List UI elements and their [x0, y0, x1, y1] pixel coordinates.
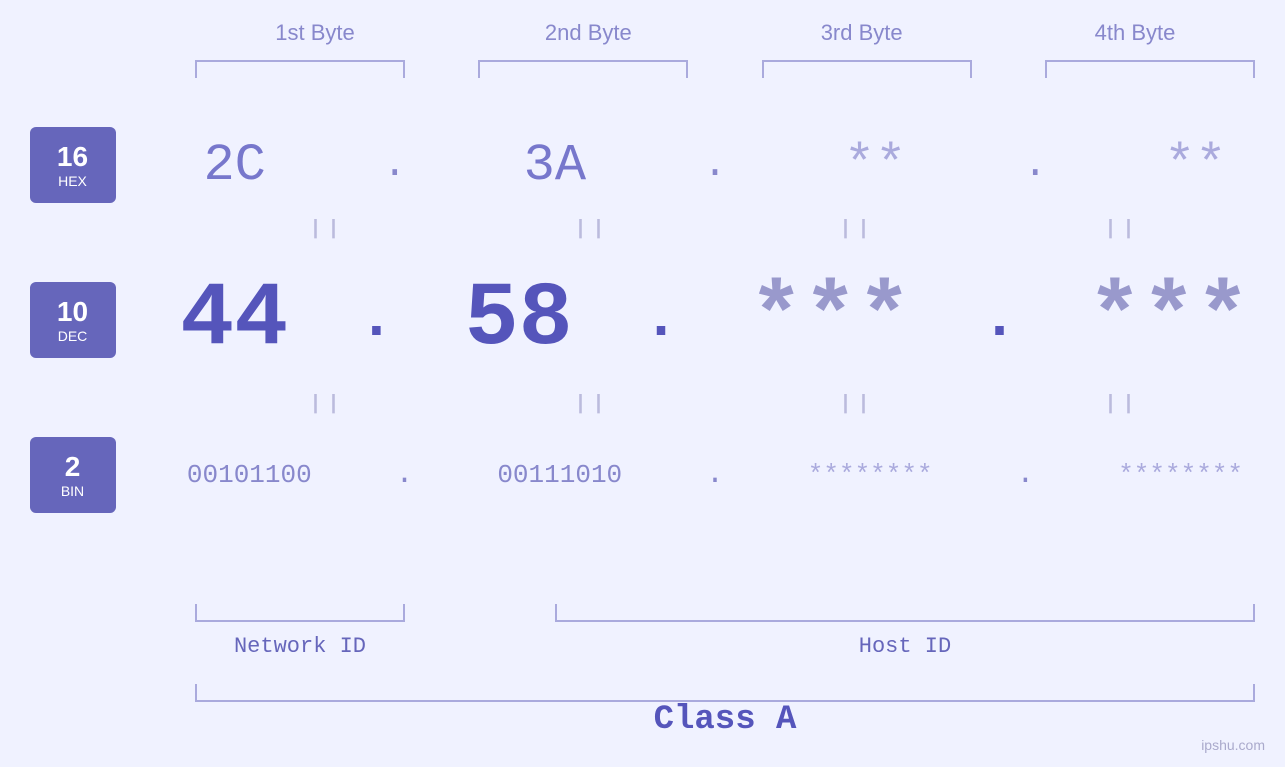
sep-sym-1: ||: [208, 218, 448, 241]
hex-dot-3: .: [1023, 143, 1047, 188]
bracket-byte-4: [1045, 60, 1255, 78]
hex-dot-2: .: [703, 143, 727, 188]
class-bracket-row: [195, 684, 1255, 702]
bin-row: 2 BIN 00101100 . 00111010 . ******** . *…: [0, 430, 1285, 520]
dec-badge-number: 10: [57, 296, 88, 328]
bin-badge-number: 2: [65, 451, 81, 483]
bracket-byte-1: [195, 60, 405, 78]
bin-dot-2: .: [706, 458, 724, 492]
sep-sym-3: ||: [738, 218, 978, 241]
bin-dot-1: .: [396, 458, 414, 492]
dec-val-3: ***: [749, 269, 911, 371]
hex-val-2: 3A: [524, 136, 586, 195]
bin-val-1: 00101100: [187, 460, 312, 490]
class-label: Class A: [654, 701, 797, 739]
dec-dot-2: .: [643, 286, 679, 354]
id-brackets: [195, 604, 1255, 622]
sep-dec-bin: || || || ||: [195, 393, 1255, 416]
bin-val-2: 00111010: [497, 460, 622, 490]
class-bracket: [195, 684, 1255, 702]
sep-sym-8: ||: [1003, 393, 1243, 416]
watermark: ipshu.com: [1201, 737, 1265, 753]
bin-badge: 2 BIN: [30, 437, 116, 513]
bracket-byte-2: [478, 60, 688, 78]
top-brackets: [195, 60, 1255, 78]
hex-row: 16 HEX 2C . 3A . ** . **: [0, 120, 1285, 210]
bin-dot-3: .: [1016, 458, 1034, 492]
bin-val-4: ********: [1118, 460, 1243, 490]
hex-values: 2C . 3A . ** . **: [145, 136, 1285, 195]
network-id-label: Network ID: [195, 634, 405, 659]
dec-val-4: ***: [1088, 269, 1250, 371]
hex-dot-1: .: [383, 143, 407, 188]
host-id-label: Host ID: [555, 634, 1255, 659]
dec-badge-label: DEC: [58, 328, 88, 344]
hex-badge: 16 HEX: [30, 127, 116, 203]
bin-badge-label: BIN: [61, 483, 84, 499]
dec-val-2: 58: [465, 269, 573, 371]
sep-sym-4: ||: [1003, 218, 1243, 241]
byte-labels-row: 1st Byte 2nd Byte 3rd Byte 4th Byte: [195, 20, 1255, 46]
byte-label-4: 4th Byte: [1015, 20, 1255, 46]
dec-badge-area: 10 DEC: [0, 282, 145, 358]
class-label-row: Class A: [195, 701, 1255, 739]
byte-label-3: 3rd Byte: [742, 20, 982, 46]
hex-badge-label: HEX: [58, 173, 87, 189]
sep-sym-6: ||: [473, 393, 713, 416]
sep-sym-5: ||: [208, 393, 448, 416]
bin-values: 00101100 . 00111010 . ******** . *******…: [145, 458, 1285, 492]
host-bracket: [555, 604, 1255, 622]
bracket-byte-3: [762, 60, 972, 78]
byte-label-1: 1st Byte: [195, 20, 435, 46]
dec-values: 44 . 58 . *** . ***: [145, 269, 1285, 371]
dec-dot-3: .: [982, 286, 1018, 354]
id-labels: Network ID Host ID: [195, 634, 1255, 659]
hex-val-3: **: [844, 136, 906, 195]
bin-badge-area: 2 BIN: [0, 437, 145, 513]
sep-sym-2: ||: [473, 218, 713, 241]
hex-badge-area: 16 HEX: [0, 127, 145, 203]
dec-badge: 10 DEC: [30, 282, 116, 358]
network-bracket: [195, 604, 405, 622]
hex-val-1: 2C: [203, 136, 265, 195]
sep-sym-7: ||: [738, 393, 978, 416]
dec-val-1: 44: [180, 269, 288, 371]
byte-label-2: 2nd Byte: [468, 20, 708, 46]
hex-badge-number: 16: [57, 141, 88, 173]
hex-val-4: **: [1164, 136, 1226, 195]
sep-hex-dec: || || || ||: [195, 218, 1255, 241]
bin-val-3: ********: [808, 460, 933, 490]
main-layout: 1st Byte 2nd Byte 3rd Byte 4th Byte 16 H…: [0, 0, 1285, 767]
dec-row: 10 DEC 44 . 58 . *** . ***: [0, 255, 1285, 385]
dec-dot-1: .: [358, 286, 394, 354]
